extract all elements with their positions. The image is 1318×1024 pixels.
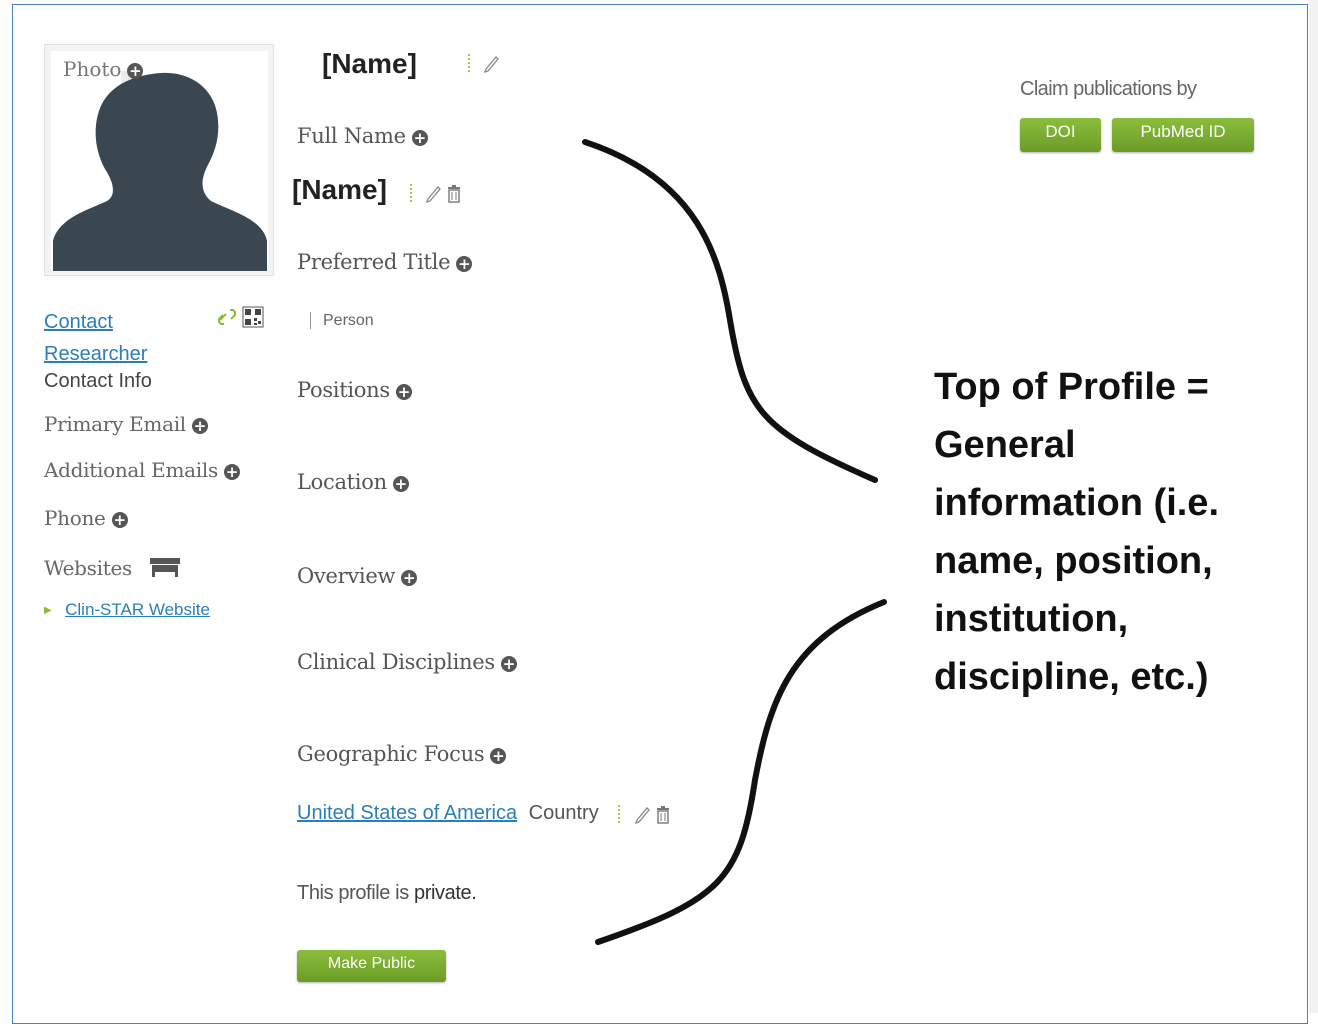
annotation-text: Top of Profile = General information (i.… xyxy=(934,366,1219,698)
